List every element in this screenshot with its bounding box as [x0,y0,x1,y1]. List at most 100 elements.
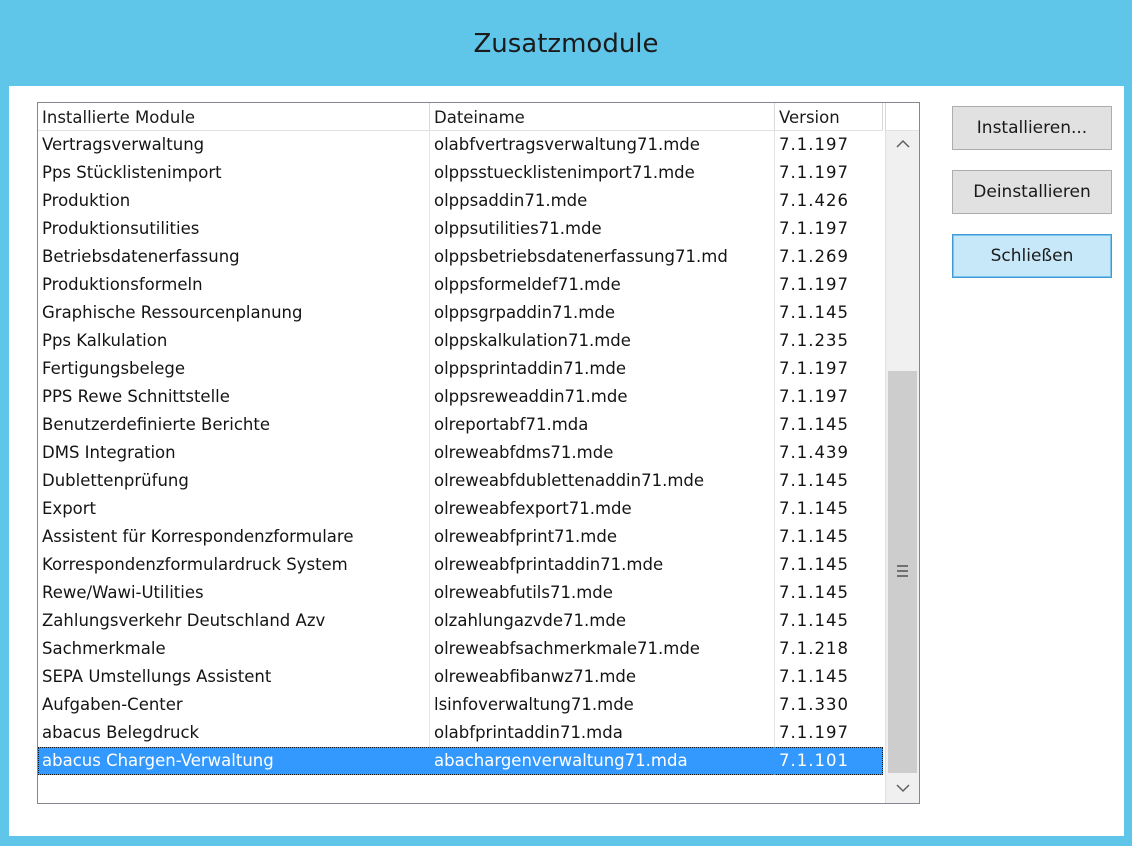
version-cell: 7.1.330 [779,695,849,714]
version-cell: 7.1.197 [779,219,849,238]
table-row[interactable]: Pps Kalkulation olppskalkulation71.mde 7.1… [38,327,883,355]
filename-cell: olabfprintaddin71.mda [430,719,775,747]
filename-cell: olreweabfprintaddin71.mde [430,551,775,579]
column-header-module[interactable]: Installierte Module [38,103,430,130]
vertical-scrollbar[interactable] [885,131,919,803]
module-name-cell: Export [38,495,430,523]
version-cell: 7.1.145 [779,499,849,518]
version-cell: 7.1.145 [779,583,849,602]
version-cell: 7.1.197 [779,135,849,154]
module-name-cell: abacus Chargen-Verwaltung [38,747,430,775]
table-row[interactable]: Pps Stücklistenimport olppsstuecklistenim… [38,159,883,187]
filename-cell: olreweabfprint71.mde [430,523,775,551]
module-name-cell: Fertigungsbelege [38,355,430,383]
module-name-cell: Produktionsformeln [38,271,430,299]
version-cell: 7.1.145 [779,611,849,630]
close-button[interactable]: Schließen [952,234,1112,278]
filename-cell: olreweabfsachmerkmale71.mde [430,635,775,663]
column-header-version[interactable]: Version [775,103,883,130]
module-name-cell: Assistent für Korrespondenzformulare [38,523,430,551]
column-header-filename[interactable]: Dateiname [430,103,775,130]
filename-cell: lsinfoverwaltung71.mde [430,691,775,719]
filename-cell: olppsbetriebsdatenerfassung71.md [430,243,775,271]
list-header: Installierte Module Dateiname Version [38,103,883,131]
filename-cell: abachargenverwaltung71.mda [430,747,775,775]
version-cell: 7.1.197 [779,163,849,182]
module-name-cell: Zahlungsverkehr Deutschland Azv [38,607,430,635]
module-name-cell: Graphische Ressourcenplanung [38,299,430,327]
scroll-up-button[interactable] [886,131,919,159]
table-row[interactable]: Sachmerkmale olreweabfsachmerkmale71.mde 7… [38,635,883,663]
module-name-cell: Aufgaben-Center [38,691,430,719]
filename-cell: olppsreweaddin71.mde [430,383,775,411]
table-row[interactable]: SEPA Umstellungs Assistent olreweabfibanw… [38,663,883,691]
table-row[interactable]: Vertragsverwaltung olabfvertragsverwaltun… [38,131,883,159]
module-name-cell: Pps Stücklistenimport [38,159,430,187]
grip-icon [897,565,908,577]
module-name-cell: DMS Integration [38,439,430,467]
table-row[interactable]: abacus Belegdruck olabfprintaddin71.mda 7.… [38,719,883,747]
module-name-cell: Korrespondenzformulardruck System [38,551,430,579]
module-name-cell: Sachmerkmale [38,635,430,663]
module-name-cell: Produktionsutilities [38,215,430,243]
uninstall-button[interactable]: Deinstallieren [952,170,1112,214]
version-cell: 7.1.145 [779,303,849,322]
table-row[interactable]: Fertigungsbelege olppsprintaddin71.mde 7.1… [38,355,883,383]
table-row[interactable]: Produktionsutilities olppsutilities71.mde… [38,215,883,243]
table-row[interactable]: Produktion olppsaddin71.mde 7.1.426 [38,187,883,215]
module-name-cell: Pps Kalkulation [38,327,430,355]
version-cell: 7.1.145 [779,555,849,574]
filename-cell: olppsstuecklistenimport71.mde [430,159,775,187]
table-row[interactable]: Produktionsformeln olppsformeldef71.mde 7.… [38,271,883,299]
version-cell: 7.1.145 [779,527,849,546]
version-cell: 7.1.235 [779,331,849,350]
version-cell: 7.1.439 [779,443,849,462]
version-cell: 7.1.101 [779,751,849,770]
filename-cell: olzahlungazvde71.mde [430,607,775,635]
module-name-cell: abacus Belegdruck [38,719,430,747]
module-name-cell: Rewe/Wawi-Utilities [38,579,430,607]
table-row[interactable]: Betriebsdatenerfassung olppsbetriebsdaten… [38,243,883,271]
chevron-up-icon [895,139,910,148]
table-row[interactable]: Dublettenprüfung olreweabfdublettenaddin7… [38,467,883,495]
table-row[interactable]: Graphische Ressourcenplanung olppsgrpaddi… [38,299,883,327]
scroll-down-button[interactable] [886,775,919,803]
filename-cell: olppsformeldef71.mde [430,271,775,299]
table-row[interactable]: abacus Chargen-Verwaltung abachargenverwa… [38,747,883,775]
table-row[interactable]: Benutzerdefinierte Berichte olreportabf71… [38,411,883,439]
table-row[interactable]: Korrespondenzformulardruck System olrewea… [38,551,883,579]
module-name-cell: PPS Rewe Schnittstelle [38,383,430,411]
table-row[interactable]: Assistent für Korrespondenzformulare olre… [38,523,883,551]
filename-cell: olreweabfibanwz71.mde [430,663,775,691]
dialog-client-area: Installierte Module Dateiname Version Ve… [9,86,1124,836]
filename-cell: olreweabfdms71.mde [430,439,775,467]
table-row[interactable]: Export olreweabfexport71.mde 7.1.145 [38,495,883,523]
version-cell: 7.1.145 [779,415,849,434]
table-row[interactable]: Rewe/Wawi-Utilities olreweabfutils71.mde 7… [38,579,883,607]
table-row[interactable]: DMS Integration olreweabfdms71.mde 7.1.439 [38,439,883,467]
table-row[interactable]: Aufgaben-Center lsinfoverwaltung71.mde 7.1… [38,691,883,719]
version-cell: 7.1.269 [779,247,849,266]
module-name-cell: Vertragsverwaltung [38,131,430,159]
module-name-cell: SEPA Umstellungs Assistent [38,663,430,691]
version-cell: 7.1.426 [779,191,849,210]
list-rows: Vertragsverwaltung olabfvertragsverwaltun… [38,131,883,775]
filename-cell: olppsaddin71.mde [430,187,775,215]
version-cell: 7.1.218 [779,639,849,658]
version-cell: 7.1.197 [779,387,849,406]
scroll-thumb[interactable] [888,371,917,773]
version-cell: 7.1.145 [779,667,849,686]
chevron-down-icon [895,784,910,793]
filename-cell: olreportabf71.mda [430,411,775,439]
dialog-window: Zusatzmodule Installierte Module Dateina… [0,0,1132,846]
install-button[interactable]: Installieren... [952,106,1112,150]
module-name-cell: Betriebsdatenerfassung [38,243,430,271]
filename-cell: olppskalkulation71.mde [430,327,775,355]
header-corner [885,103,919,131]
module-name-cell: Dublettenprüfung [38,467,430,495]
table-row[interactable]: Zahlungsverkehr Deutschland Azv olzahlung… [38,607,883,635]
filename-cell: olreweabfutils71.mde [430,579,775,607]
modules-list-view[interactable]: Installierte Module Dateiname Version Ve… [37,102,920,804]
version-cell: 7.1.197 [779,359,849,378]
table-row[interactable]: PPS Rewe Schnittstelle olppsreweaddin71.m… [38,383,883,411]
